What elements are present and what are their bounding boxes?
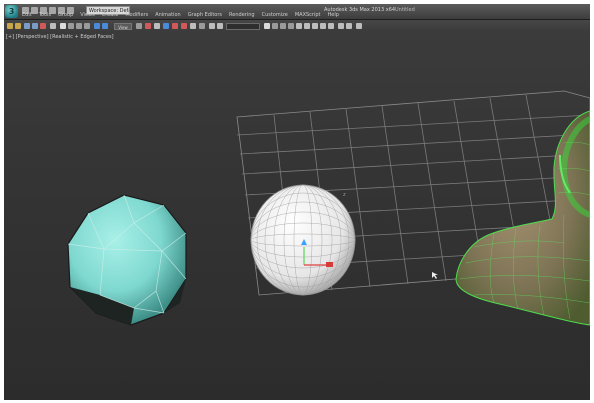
render-iterative-icon[interactable] (328, 23, 334, 29)
menu-item-tools[interactable]: Tools (39, 12, 51, 20)
snaps-toggle-icon[interactable] (163, 23, 169, 29)
menu-item-graph-editors[interactable]: Graph Editors (188, 12, 222, 20)
head-object[interactable] (455, 110, 590, 326)
geosphere-object[interactable] (67, 194, 187, 326)
pivot-center-icon[interactable] (136, 23, 142, 29)
menu-item-maxscript[interactable]: MAXScript (295, 12, 321, 20)
curve-editor-icon[interactable] (280, 23, 286, 29)
undo-icon[interactable] (7, 23, 13, 29)
schematic-view-icon[interactable] (288, 23, 294, 29)
percent-snap-icon[interactable] (181, 23, 187, 29)
menu-item-group[interactable]: Group (58, 12, 73, 20)
graphite-ribbon-icon[interactable] (272, 23, 278, 29)
align-icon[interactable] (217, 23, 223, 29)
unlink-icon[interactable] (32, 23, 38, 29)
viewport-label[interactable]: [+] [Perspective] [Realistic + Edged Fac… (6, 34, 114, 40)
menu-item-rendering[interactable]: Rendering (229, 12, 255, 20)
menu-item-views[interactable]: Views (80, 12, 94, 20)
perspective-viewport[interactable]: x z [+] [Perspective] [Realistic + Edged… (4, 33, 590, 400)
rendered-frame-window-icon[interactable] (312, 23, 318, 29)
menu-item-animation[interactable]: Animation (155, 12, 181, 20)
file-name: Untitled (395, 7, 415, 13)
select-move-icon[interactable] (94, 23, 100, 29)
material-editor-icon[interactable] (296, 23, 302, 29)
menu-bar: Edit Tools Group Views Create Modifiers … (22, 12, 339, 20)
bind-space-warp-icon[interactable] (40, 23, 46, 29)
select-object-icon[interactable] (60, 23, 66, 29)
reference-coordinate-dropdown[interactable]: View (114, 23, 132, 30)
menu-item-create[interactable]: Create (102, 12, 119, 20)
sphere-object[interactable]: x (250, 184, 356, 296)
filter-icon[interactable] (50, 23, 56, 29)
select-link-icon[interactable] (24, 23, 30, 29)
angle-snap-icon[interactable] (172, 23, 178, 29)
viewport-scene: x z (67, 90, 590, 326)
app-window: 3 Workspace: Default Autodesk 3ds Max 20… (4, 4, 590, 400)
menu-item-edit[interactable]: Edit (22, 12, 32, 20)
menu-item-help[interactable]: Help (328, 12, 339, 20)
main-toolbar: View (4, 20, 590, 34)
menu-item-customize[interactable]: Customize (262, 12, 288, 20)
render-settings-icon[interactable] (346, 23, 352, 29)
layer-manager-icon[interactable] (264, 23, 270, 29)
mirror-icon[interactable] (209, 23, 215, 29)
application-menu-button[interactable]: 3 (5, 5, 18, 18)
select-manipulate-icon[interactable] (145, 23, 151, 29)
z-axis-label: z (343, 192, 346, 198)
mouse-cursor (432, 272, 438, 279)
render-activeshade-icon[interactable] (338, 23, 344, 29)
render-production-icon[interactable] (320, 23, 326, 29)
select-rotate-icon[interactable] (102, 23, 108, 29)
select-by-name-icon[interactable] (68, 23, 74, 29)
redo-icon[interactable] (15, 23, 21, 29)
named-selection-set-field[interactable] (226, 23, 260, 30)
window-crossing-icon[interactable] (84, 23, 90, 29)
toolbar-extra-icon[interactable] (356, 23, 362, 29)
menu-item-modifiers[interactable]: Modifiers (125, 12, 148, 20)
spinner-snap-icon[interactable] (190, 23, 196, 29)
keyboard-shortcut-icon[interactable] (154, 23, 160, 29)
edit-named-selection-icon[interactable] (199, 23, 205, 29)
region-select-icon[interactable] (76, 23, 82, 29)
render-setup-icon[interactable] (304, 23, 310, 29)
